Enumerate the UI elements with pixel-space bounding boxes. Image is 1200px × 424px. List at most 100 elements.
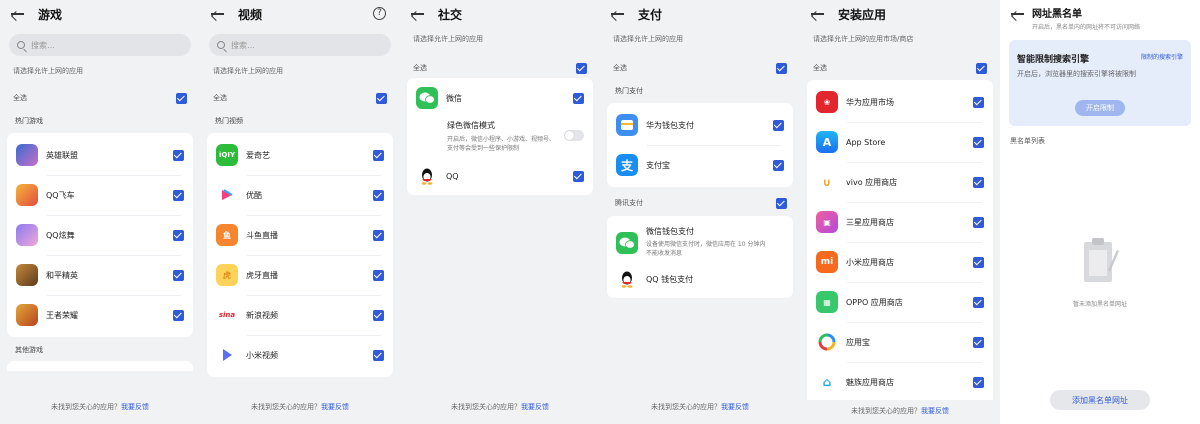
hint-text: 请选择允许上网的应用 — [413, 35, 483, 43]
app-checkbox[interactable] — [973, 376, 984, 388]
app-name: 华为钱包支付 — [646, 120, 694, 130]
list-item[interactable]: QQ 钱包支付 — [607, 262, 793, 296]
app-checkbox[interactable] — [973, 96, 984, 108]
search-input[interactable]: 搜索… — [9, 34, 191, 56]
list-item[interactable]: 虎 虎牙直播 — [207, 255, 393, 295]
search-placeholder: 搜索… — [231, 40, 255, 50]
app-checkbox[interactable] — [573, 170, 584, 182]
list-item[interactable]: ▦ OPPO 应用商店 — [807, 282, 993, 322]
tencent-checkbox[interactable] — [776, 197, 787, 209]
list-item[interactable]: ▣ 三星应用商店 — [807, 202, 993, 242]
app-checkbox[interactable] — [373, 149, 384, 161]
app-checkbox[interactable] — [173, 189, 184, 201]
app-name: 斗鱼直播 — [246, 230, 278, 240]
app-checkbox[interactable] — [373, 229, 384, 241]
list-item[interactable]: 和平精英 — [7, 255, 193, 295]
wechat-icon — [416, 87, 438, 109]
back-arrow-icon[interactable] — [1010, 7, 1024, 21]
select-all-label: 全选 — [213, 94, 227, 102]
payment-panel: 支付 请选择允许上网的应用 全选 热门支付 华为钱包支付 支 支付宝 腾讯支付 … — [600, 0, 800, 424]
green-mode-title: 绿色微信模式 — [447, 121, 495, 130]
app-checkbox[interactable] — [973, 336, 984, 348]
app-checkbox[interactable] — [173, 149, 184, 161]
list-item[interactable]: A App Store — [807, 122, 993, 162]
feedback-link[interactable]: 我要反馈 — [321, 403, 349, 411]
smart-limit-link[interactable]: 限制的搜索引擎 — [1141, 52, 1183, 61]
app-checkbox[interactable] — [973, 136, 984, 148]
back-arrow-icon[interactable] — [10, 7, 24, 21]
app-name: 王者荣耀 — [46, 310, 78, 320]
app-checkbox[interactable] — [773, 119, 784, 131]
footer-text: 未找到您关心的应用？ — [451, 403, 521, 411]
app-checkbox[interactable] — [173, 269, 184, 281]
page-title: 游戏 — [38, 7, 63, 22]
select-all-row[interactable]: 全选 — [0, 90, 200, 106]
select-all-checkbox[interactable] — [776, 62, 787, 74]
app-checkbox[interactable] — [773, 159, 784, 171]
douyu-icon: 鱼 — [216, 224, 238, 246]
feedback-link[interactable]: 我要反馈 — [721, 403, 749, 411]
empty-text: 暂未添加黑名单网址 — [1072, 301, 1127, 308]
list-item[interactable]: QQ — [407, 159, 593, 193]
feedback-link[interactable]: 我要反馈 — [921, 407, 949, 415]
green-mode-toggle[interactable] — [564, 130, 584, 141]
lol-icon — [16, 144, 38, 166]
app-name: 应用宝 — [846, 337, 870, 347]
green-mode-row[interactable]: 绿色微信模式 开启后，微信小程序、小游戏、视频号、支付等会受到一些保护限制 — [407, 116, 593, 159]
add-blacklist-button[interactable]: 添加黑名单网址 — [1050, 390, 1150, 410]
app-name: 优酷 — [246, 190, 262, 200]
list-item[interactable]: 优酷 — [207, 175, 393, 215]
feedback-link[interactable]: 我要反馈 — [521, 403, 549, 411]
list-item[interactable]: 王者荣耀 — [7, 295, 193, 335]
list-item[interactable]: ⌂ 魅族应用商店 — [807, 362, 993, 400]
app-name: QQ 钱包支付 — [646, 274, 694, 284]
back-arrow-icon[interactable] — [210, 7, 224, 21]
qqdance-icon — [16, 224, 38, 246]
list-item[interactable]: ∪ vivo 应用商店 — [807, 162, 993, 202]
wechat-pay-row: 微信钱包支付 设备使用微信支付时，微信应用在 10 分钟内不能收发消息 — [607, 218, 793, 262]
select-all-row[interactable]: 全选 — [400, 60, 600, 76]
list-item[interactable]: 微信 — [407, 80, 593, 116]
page-title: 安装应用 — [838, 7, 887, 22]
list-item[interactable]: 英雄联盟 — [7, 135, 193, 175]
app-checkbox[interactable] — [373, 269, 384, 281]
app-checkbox[interactable] — [173, 309, 184, 321]
app-checkbox[interactable] — [373, 309, 384, 321]
app-checkbox[interactable] — [973, 216, 984, 228]
select-all-row[interactable]: 全选 — [600, 60, 800, 76]
app-checkbox[interactable] — [373, 349, 384, 361]
feedback-link[interactable]: 我要反馈 — [121, 403, 149, 411]
help-icon[interactable]: ? — [373, 7, 386, 20]
list-item[interactable]: sina 新浪视频 — [207, 295, 393, 335]
app-checkbox[interactable] — [373, 189, 384, 201]
list-item[interactable]: 鱼 斗鱼直播 — [207, 215, 393, 255]
app-checkbox[interactable] — [973, 296, 984, 308]
app-checkbox[interactable] — [973, 256, 984, 268]
list-item[interactable]: ❀ 华为应用市场 — [807, 82, 993, 122]
back-arrow-icon[interactable] — [810, 7, 824, 21]
list-item[interactable]: 华为钱包支付 — [607, 105, 793, 145]
select-all-row[interactable]: 全选 — [800, 60, 1000, 76]
list-item[interactable]: 小米视频 — [207, 335, 393, 375]
app-checkbox[interactable] — [573, 92, 584, 104]
select-all-checkbox[interactable] — [576, 62, 587, 74]
list-item[interactable]: QQ飞车 — [7, 175, 193, 215]
search-input[interactable]: 搜索… — [209, 34, 391, 56]
list-item[interactable]: 支 支付宝 — [607, 145, 793, 185]
select-all-checkbox[interactable] — [976, 62, 987, 74]
list-item[interactable]: QQ炫舞 — [7, 215, 193, 255]
list-item[interactable]: 应用宝 — [807, 322, 993, 362]
back-arrow-icon[interactable] — [410, 7, 424, 21]
app-checkbox[interactable] — [973, 176, 984, 188]
list-item[interactable]: iQIY 爱奇艺 — [207, 135, 393, 175]
list-item[interactable]: mi 小米应用商店 — [807, 242, 993, 282]
select-all-checkbox[interactable] — [176, 92, 187, 104]
app-checkbox[interactable] — [173, 229, 184, 241]
select-all-row[interactable]: 全选 — [200, 90, 400, 106]
back-arrow-icon[interactable] — [610, 7, 624, 21]
app-name: 微信 — [446, 93, 462, 103]
enable-limit-button[interactable]: 开启限制 — [1075, 100, 1125, 116]
page-subtitle: 开启后，黑名单内的网址将不可访问网络 — [1032, 24, 1141, 31]
tencent-payment-row[interactable]: 腾讯支付 — [600, 195, 800, 211]
select-all-checkbox[interactable] — [376, 92, 387, 104]
